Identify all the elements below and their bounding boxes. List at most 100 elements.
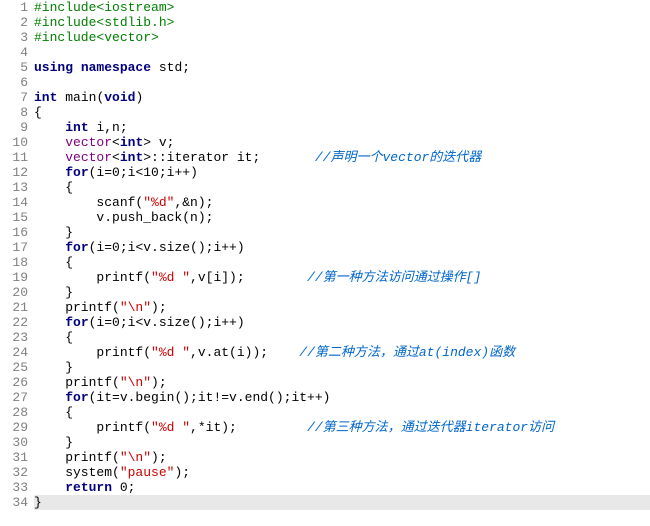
code-line[interactable]: for(i=0;i<v.size();i++) (34, 315, 650, 330)
token-kw: for (65, 315, 88, 330)
token-str: "%d" (143, 195, 174, 210)
code-line[interactable] (34, 45, 650, 60)
code-line[interactable]: for(i=0;i<v.size();i++) (34, 240, 650, 255)
token-str: "%d " (151, 420, 190, 435)
token-pn: ;i<v.size();i++) (120, 240, 245, 255)
token-str: "\n" (120, 300, 151, 315)
line-number: 2 (0, 15, 28, 30)
token-pn: printf( (34, 450, 120, 465)
token-pn: ); (174, 465, 190, 480)
token-pn: (it=v.begin();it!=v.end();it++) (89, 390, 331, 405)
token-pn: printf( (34, 345, 151, 360)
token-num: 0 (112, 240, 120, 255)
token-kw: for (65, 240, 88, 255)
line-number: 28 (0, 405, 28, 420)
line-number: 32 (0, 465, 28, 480)
code-line[interactable]: } (34, 360, 650, 375)
token-pn: >::iterator it; (143, 150, 315, 165)
code-line[interactable]: #include<stdlib.h> (34, 15, 650, 30)
line-number: 12 (0, 165, 28, 180)
line-number: 14 (0, 195, 28, 210)
line-number: 7 (0, 90, 28, 105)
line-number: 13 (0, 180, 28, 195)
code-line[interactable]: for(it=v.begin();it!=v.end();it++) (34, 390, 650, 405)
token-pn (34, 120, 65, 135)
code-line[interactable]: using namespace std; (34, 60, 650, 75)
token-cmt: //声明一个vector的迭代器 (315, 150, 481, 165)
code-line[interactable]: printf("\n"); (34, 450, 650, 465)
line-number: 22 (0, 315, 28, 330)
code-line[interactable]: vector<int> v; (34, 135, 650, 150)
token-preproc: #include<iostream> (34, 0, 174, 15)
token-kw: void (104, 90, 135, 105)
code-line[interactable]: system("pause"); (34, 465, 650, 480)
code-line[interactable]: { (34, 255, 650, 270)
token-kw: return (65, 480, 112, 495)
token-cmt: //第一种方法访问通过操作[] (307, 270, 481, 285)
code-line[interactable]: } (34, 285, 650, 300)
token-pn: > v; (143, 135, 174, 150)
line-number: 34 (0, 495, 28, 510)
code-line[interactable]: { (34, 105, 650, 120)
line-number: 17 (0, 240, 28, 255)
code-line[interactable]: } (34, 495, 650, 510)
token-cmt: //第三种方法，通过迭代器iterator访问 (307, 420, 554, 435)
token-pn: < (112, 135, 120, 150)
line-number: 24 (0, 345, 28, 360)
line-number: 3 (0, 30, 28, 45)
code-line[interactable]: #include<vector> (34, 30, 650, 45)
code-line[interactable]: vector<int>::iterator it; //声明一个vector的迭… (34, 150, 650, 165)
token-kw: int (120, 135, 143, 150)
code-line[interactable] (34, 75, 650, 90)
line-number: 1 (0, 0, 28, 15)
code-line[interactable]: { (34, 330, 650, 345)
code-line[interactable]: printf("%d ",*it); //第三种方法，通过迭代器iterator… (34, 420, 650, 435)
token-pn: { (34, 255, 73, 270)
code-line[interactable]: #include<iostream> (34, 0, 650, 15)
token-pn: std; (151, 60, 190, 75)
line-number: 30 (0, 435, 28, 450)
token-str: "pause" (120, 465, 175, 480)
token-pn: { (34, 405, 73, 420)
line-number: 25 (0, 360, 28, 375)
token-pn: ); (151, 300, 167, 315)
line-number: 6 (0, 75, 28, 90)
code-line[interactable]: printf("\n"); (34, 375, 650, 390)
code-line[interactable]: } (34, 225, 650, 240)
token-pn: ;i++) (159, 165, 198, 180)
line-number: 8 (0, 105, 28, 120)
code-editor[interactable]: 1234567891011121314151617181920212223242… (0, 0, 650, 526)
code-line[interactable]: int main(void) (34, 90, 650, 105)
code-line[interactable]: v.push_back(n); (34, 210, 650, 225)
line-number: 27 (0, 390, 28, 405)
token-preproc: #include<stdlib.h> (34, 15, 174, 30)
code-line[interactable]: scanf("%d",&n); (34, 195, 650, 210)
code-line[interactable]: for(i=0;i<10;i++) (34, 165, 650, 180)
token-num: 0 (112, 315, 120, 330)
line-number: 16 (0, 225, 28, 240)
code-line[interactable]: return 0; (34, 480, 650, 495)
token-str: "\n" (120, 375, 151, 390)
token-type: vector (65, 150, 112, 165)
line-number: 10 (0, 135, 28, 150)
line-number: 9 (0, 120, 28, 135)
code-line[interactable]: printf("%d ",v[i]); //第一种方法访问通过操作[] (34, 270, 650, 285)
token-pn: } (34, 435, 73, 450)
code-area[interactable]: #include<iostream>#include<stdlib.h>#inc… (32, 0, 650, 526)
code-line[interactable]: { (34, 405, 650, 420)
code-line[interactable]: int i,n; (34, 120, 650, 135)
code-line[interactable]: printf("%d ",v.at(i)); //第二种方法，通过at(inde… (34, 345, 650, 360)
token-kw: int (65, 120, 88, 135)
code-line[interactable]: } (34, 435, 650, 450)
code-line[interactable]: printf("\n"); (34, 300, 650, 315)
token-pn (112, 480, 120, 495)
token-pn: { (34, 105, 42, 120)
token-pn: ) (135, 90, 143, 105)
token-pn: < (112, 150, 120, 165)
token-pn: ;i<v.size();i++) (120, 315, 245, 330)
line-number: 4 (0, 45, 28, 60)
token-pn (34, 135, 65, 150)
code-line[interactable]: { (34, 180, 650, 195)
line-number: 5 (0, 60, 28, 75)
token-pn: ; (128, 480, 136, 495)
